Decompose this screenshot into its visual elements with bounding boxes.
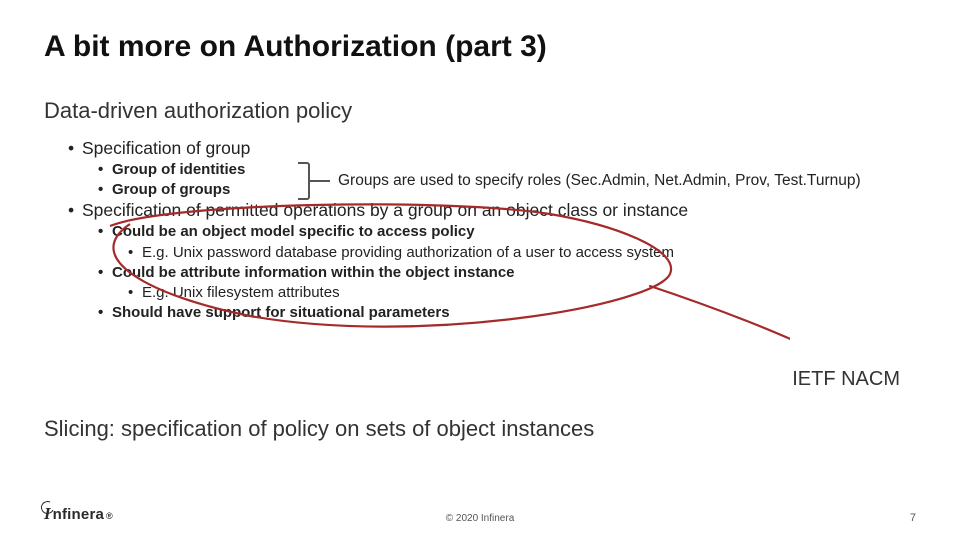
- ietf-nacm-label: IETF NACM: [792, 368, 900, 391]
- slide-title: A bit more on Authorization (part 3): [44, 30, 916, 64]
- copyright-text: © 2020 Infinera: [446, 513, 515, 524]
- bullet-dot-icon: •: [98, 263, 112, 283]
- bullet-text: Group of groups: [112, 180, 230, 200]
- bullet-could-obj-model: • Could be an object model specific to a…: [98, 222, 916, 242]
- bullet-eg-unix-fs: • E.g. Unix filesystem attributes: [128, 283, 916, 303]
- ellipse-wrap: • Specification of permitted operations …: [44, 200, 916, 323]
- bullet-spec-group: • Specification of group: [68, 138, 916, 160]
- page-number: 7: [910, 512, 916, 524]
- bullet-spec-permitted: • Specification of permitted operations …: [68, 200, 916, 222]
- infinera-logo: I nfinera ®: [44, 504, 113, 524]
- slide: A bit more on Authorization (part 3) Dat…: [0, 0, 960, 540]
- bracket-icon: [298, 162, 310, 200]
- bullet-dot-icon: •: [68, 138, 82, 160]
- bullet-dot-icon: •: [98, 222, 112, 242]
- bullet-text: Could be attribute information within th…: [112, 263, 515, 283]
- bracket-note: Groups are used to specify roles (Sec.Ad…: [338, 172, 861, 190]
- bullet-text: Should have support for situational para…: [112, 303, 450, 323]
- bullet-should-support: • Should have support for situational pa…: [98, 303, 916, 323]
- logo-mark-icon: I: [44, 504, 51, 524]
- bullet-dot-icon: •: [128, 243, 142, 263]
- bullet-text: E.g. Unix password database providing au…: [142, 243, 674, 263]
- bullet-dot-icon: •: [98, 160, 112, 180]
- bullet-eg-unix-pass: • E.g. Unix password database providing …: [128, 243, 916, 263]
- bullet-dot-icon: •: [98, 180, 112, 200]
- bullet-text: Specification of group: [82, 138, 250, 160]
- bracket-tail-icon: [310, 180, 330, 182]
- bullet-text: Could be an object model specific to acc…: [112, 222, 475, 242]
- bullet-dot-icon: •: [68, 200, 82, 222]
- bullet-could-attr-info: • Could be attribute information within …: [98, 263, 916, 283]
- group-bracket-wrap: • Group of identities • Group of groups …: [44, 160, 916, 201]
- bullet-text: E.g. Unix filesystem attributes: [142, 283, 340, 303]
- bullet-text: Group of identities: [112, 160, 245, 180]
- subtitle-slicing: Slicing: specification of policy on sets…: [44, 416, 594, 442]
- bullet-dot-icon: •: [128, 283, 142, 303]
- bullet-dot-icon: •: [98, 303, 112, 323]
- logo-word: nfinera: [53, 506, 104, 523]
- bullet-text: Specification of permitted operations by…: [82, 200, 688, 222]
- logo-registered-icon: ®: [106, 511, 113, 521]
- subtitle-policy: Data-driven authorization policy: [44, 98, 916, 124]
